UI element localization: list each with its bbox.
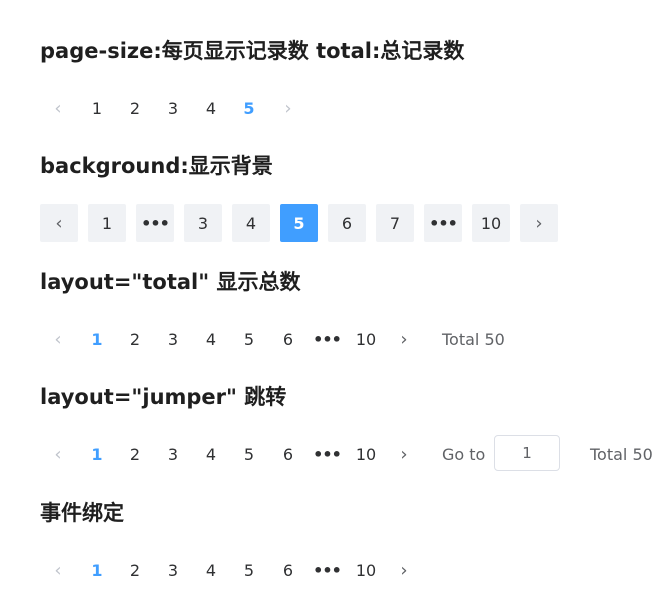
page-item[interactable]: 6 [328, 204, 366, 242]
next-arrow-icon[interactable]: › [520, 204, 558, 242]
goto-label: Go to [442, 444, 486, 464]
next-arrow-icon[interactable]: › [386, 551, 422, 589]
next-arrow-icon[interactable]: › [270, 89, 306, 127]
page-item[interactable]: 4 [192, 320, 230, 358]
page-item[interactable]: 5 [230, 551, 268, 589]
pagination-total: ‹ 1 2 3 4 5 6 ••• 10 › Total 50 [40, 320, 520, 358]
pagination-background: ‹ 1 ••• 3 4 5 6 7 ••• 10 › [40, 204, 560, 242]
goto-page-input[interactable] [494, 435, 560, 471]
section-title-events: 事件绑定 [40, 501, 124, 525]
page-item[interactable]: 10 [346, 551, 386, 589]
page-item-active[interactable]: 5 [230, 89, 268, 127]
page-item[interactable]: 7 [376, 204, 414, 242]
page-item[interactable]: 2 [116, 89, 154, 127]
page-item[interactable]: 4 [192, 89, 230, 127]
page-item[interactable]: 10 [346, 435, 386, 473]
section-title-page-size: page-size:每页显示记录数 total:总记录数 [40, 39, 465, 63]
next-arrow-icon[interactable]: › [386, 320, 422, 358]
page-item[interactable]: 3 [154, 551, 192, 589]
total-count: Total 50 [442, 329, 505, 349]
more-pages-icon[interactable]: ••• [136, 204, 174, 242]
page-item[interactable]: 3 [184, 204, 222, 242]
prev-arrow-icon[interactable]: ‹ [40, 89, 76, 127]
page-item[interactable]: 2 [116, 551, 154, 589]
prev-arrow-icon[interactable]: ‹ [40, 551, 76, 589]
section-title-jumper: layout="jumper" 跳转 [40, 385, 287, 409]
more-pages-icon[interactable]: ••• [308, 551, 346, 589]
page-item[interactable]: 2 [116, 435, 154, 473]
page-item[interactable]: 1 [78, 89, 116, 127]
page-item-active[interactable]: 5 [280, 204, 318, 242]
page-item[interactable]: 10 [346, 320, 386, 358]
page-item[interactable]: 3 [154, 435, 192, 473]
page-item[interactable]: 5 [230, 320, 268, 358]
page-item[interactable]: 3 [154, 320, 192, 358]
pagination-events: ‹ 1 2 3 4 5 6 ••• 10 › [40, 551, 440, 589]
page-item[interactable]: 5 [230, 435, 268, 473]
page-item[interactable]: 10 [472, 204, 510, 242]
page-item[interactable]: 3 [154, 89, 192, 127]
prev-arrow-icon[interactable]: ‹ [40, 435, 76, 473]
pagination-jumper: ‹ 1 2 3 4 5 6 ••• 10 › Go to Total 50 [40, 435, 660, 473]
more-pages-icon[interactable]: ••• [308, 435, 346, 473]
total-count: Total 50 [590, 444, 653, 464]
page-item[interactable]: 4 [192, 435, 230, 473]
page-item[interactable]: 4 [232, 204, 270, 242]
page-item[interactable]: 6 [269, 551, 307, 589]
page-item[interactable]: 1 [88, 204, 126, 242]
page-item-active[interactable]: 1 [78, 551, 116, 589]
page-item[interactable]: 6 [269, 435, 307, 473]
page-item-active[interactable]: 1 [78, 435, 116, 473]
page-item[interactable]: 2 [116, 320, 154, 358]
section-title-total: layout="total" 显示总数 [40, 270, 301, 294]
prev-arrow-icon[interactable]: ‹ [40, 204, 78, 242]
more-pages-icon[interactable]: ••• [424, 204, 462, 242]
more-pages-icon[interactable]: ••• [308, 320, 346, 358]
page-item-active[interactable]: 1 [78, 320, 116, 358]
page-item[interactable]: 4 [192, 551, 230, 589]
prev-arrow-icon[interactable]: ‹ [40, 320, 76, 358]
next-arrow-icon[interactable]: › [386, 435, 422, 473]
page-item[interactable]: 6 [269, 320, 307, 358]
section-title-background: background:显示背景 [40, 154, 273, 178]
pagination-basic: ‹ 1 2 3 4 5 › [40, 89, 310, 127]
